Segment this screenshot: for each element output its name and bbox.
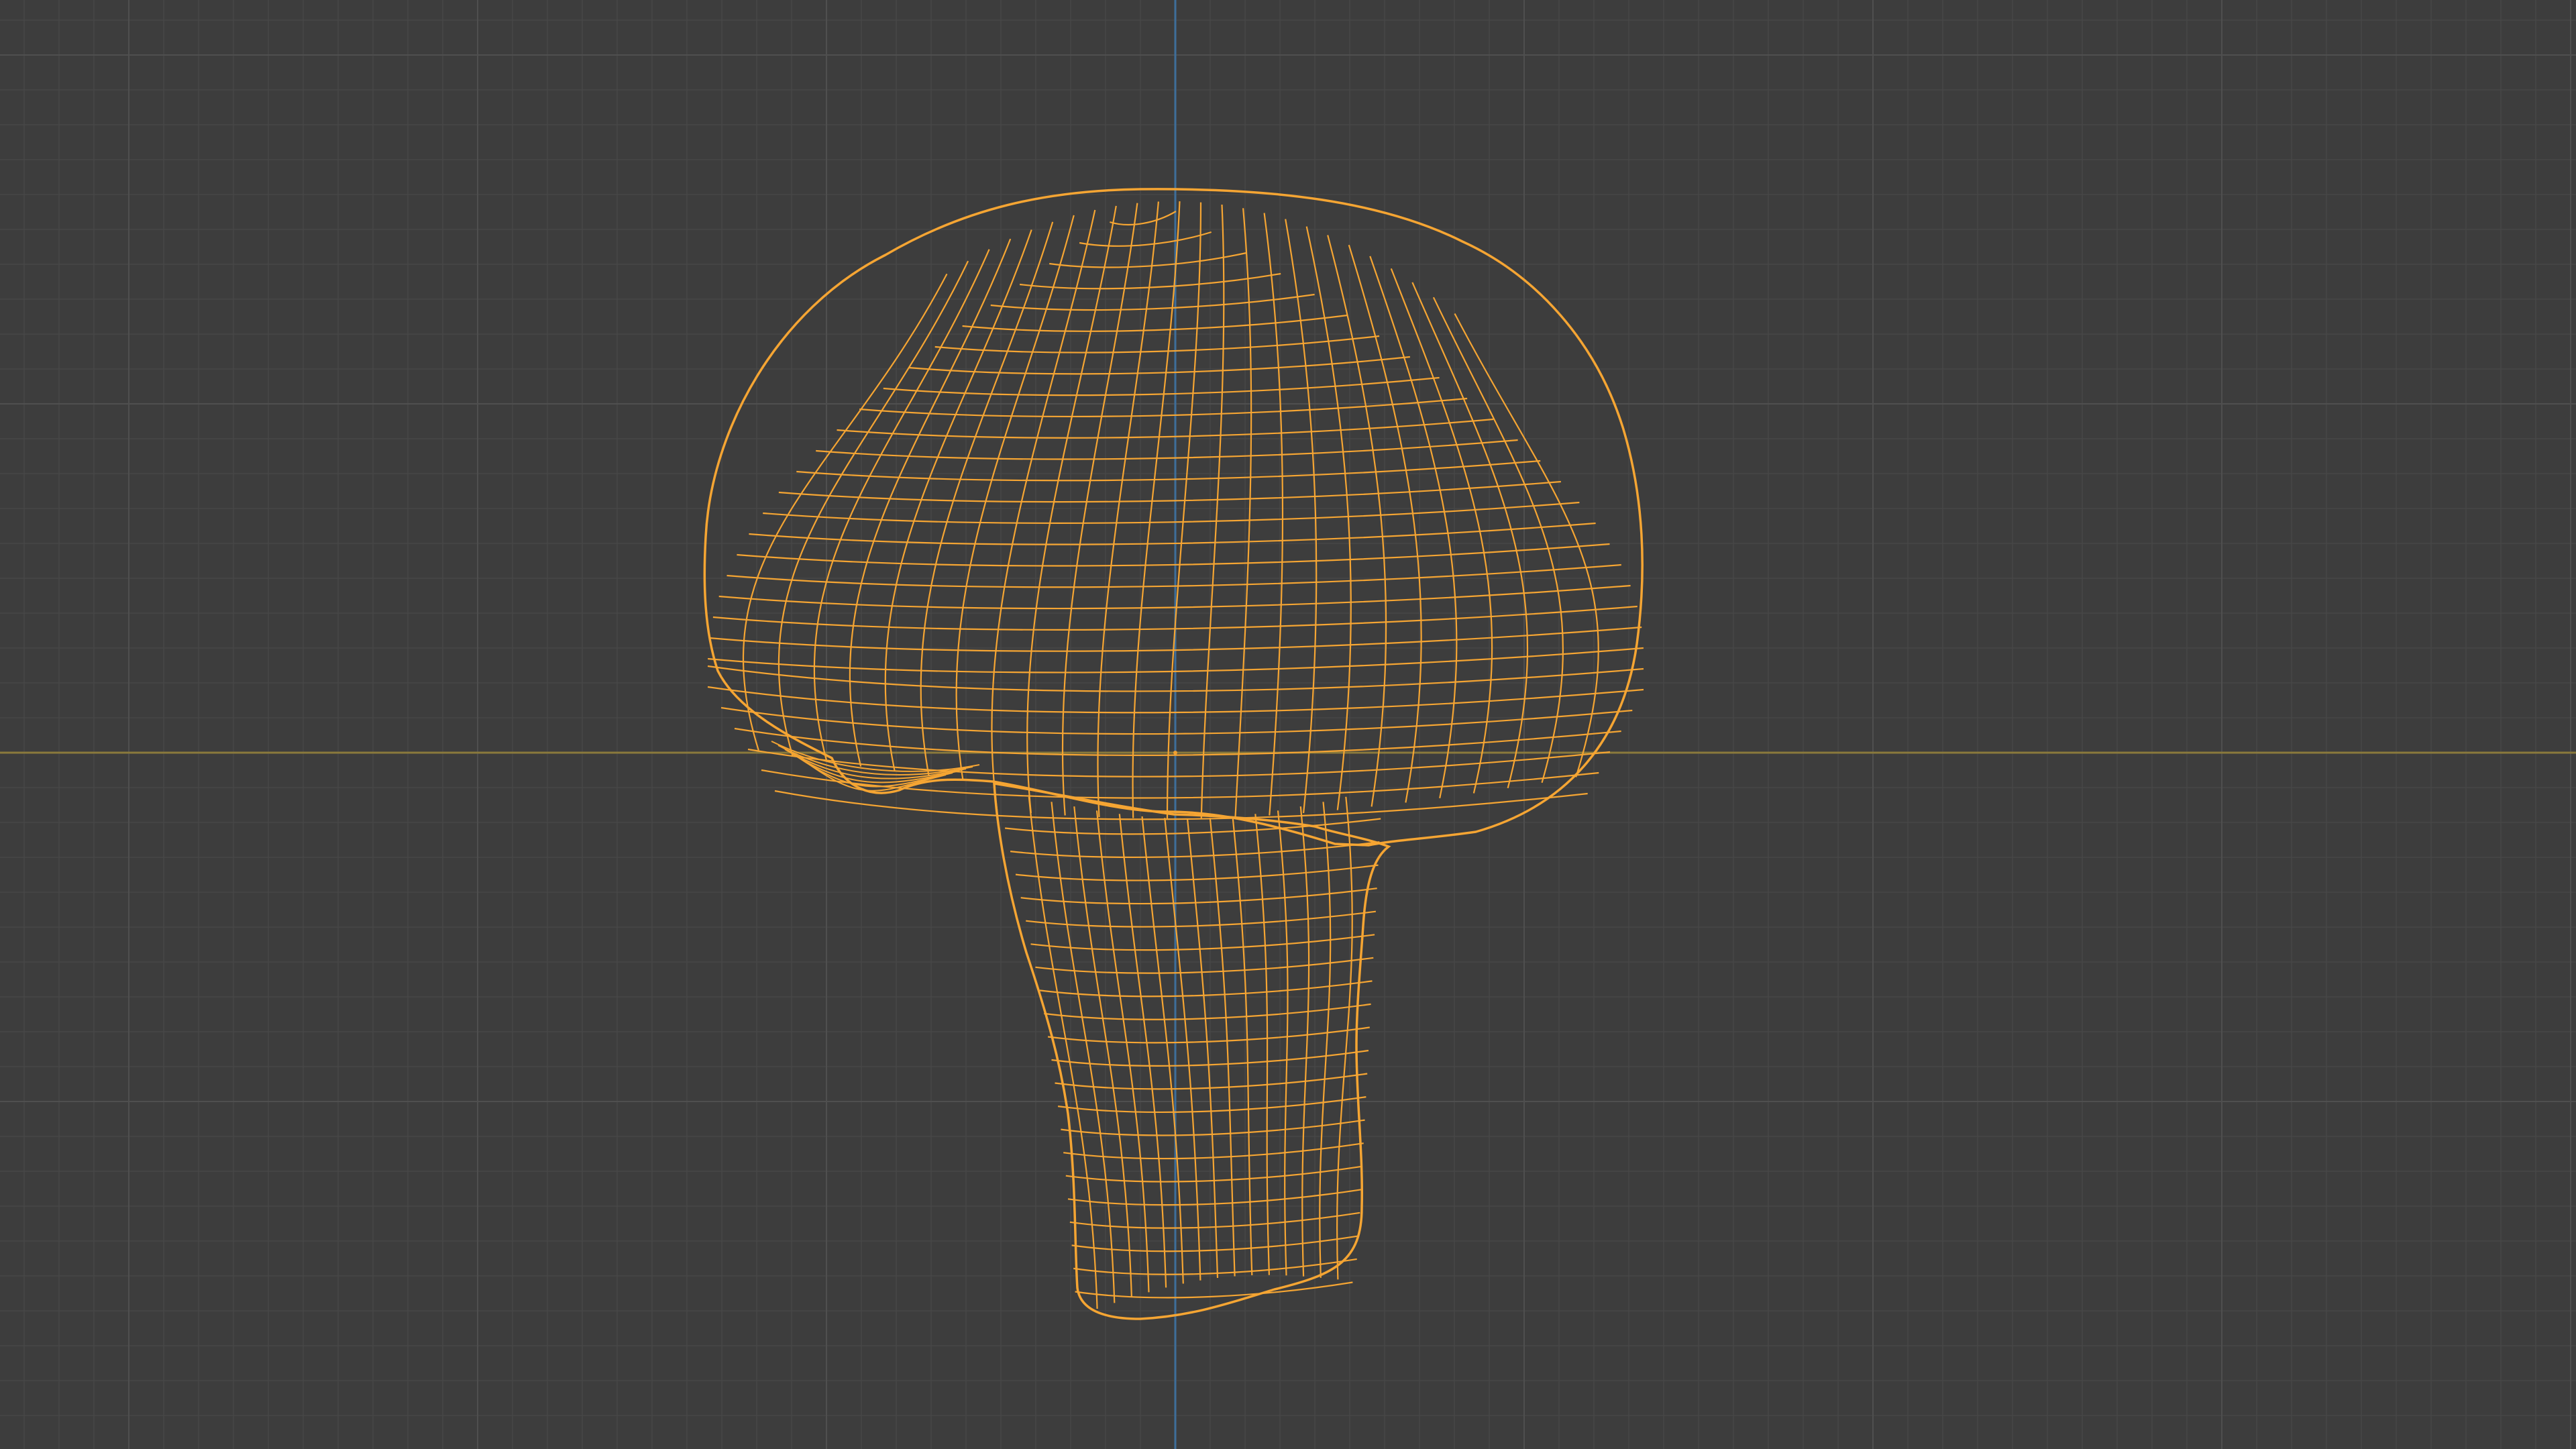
stem-ring xyxy=(1039,980,1373,998)
3d-viewport[interactable] xyxy=(0,0,2576,1449)
stem-ring xyxy=(1044,1003,1371,1020)
cap-meridian xyxy=(1166,202,1202,819)
cap-meridian xyxy=(1285,219,1318,814)
stem-ring xyxy=(1061,1119,1365,1136)
cap-ring xyxy=(1079,231,1212,247)
cap-meridian xyxy=(1369,256,1458,799)
cap-ring xyxy=(763,501,1580,524)
cap-ring xyxy=(816,439,1518,460)
stem-vertical xyxy=(1186,818,1219,1279)
cap-meridian xyxy=(1327,235,1387,807)
viewport-canvas[interactable] xyxy=(0,0,2576,1449)
mushroom-stem[interactable] xyxy=(993,782,1391,1320)
cap-meridian xyxy=(1026,205,1117,814)
stem-vertical xyxy=(1118,814,1167,1288)
stem-ring xyxy=(1010,841,1380,859)
cap-meridian xyxy=(991,209,1096,810)
origin-point-icon xyxy=(1173,751,1177,755)
cap-ring xyxy=(990,293,1315,311)
cap-ring xyxy=(908,356,1411,375)
mushroom-cap[interactable] xyxy=(703,188,1644,847)
cap-meridian xyxy=(1061,203,1138,816)
cap-ring xyxy=(1110,211,1177,226)
stem-ring xyxy=(1030,934,1375,951)
stem-vertical xyxy=(1051,802,1116,1303)
cap-ring xyxy=(734,727,1621,756)
stem-ring xyxy=(1071,1235,1359,1252)
cap-ring xyxy=(934,335,1380,354)
stem-ring xyxy=(1055,1073,1368,1090)
cap-ring xyxy=(837,418,1494,439)
stem-vertical xyxy=(1028,796,1098,1309)
grid-major-lines xyxy=(0,0,2576,1449)
stem-ring xyxy=(1020,888,1377,905)
cap-ring xyxy=(720,706,1633,735)
grid-minor-lines xyxy=(0,0,2576,1449)
cap-meridian xyxy=(955,215,1075,780)
stem-vertical xyxy=(1095,810,1150,1293)
stem-vertical xyxy=(1209,818,1236,1277)
stem-ring xyxy=(1026,910,1377,928)
cap-ring xyxy=(796,460,1541,482)
cap-ring xyxy=(1049,252,1247,268)
cap-meridian xyxy=(1097,201,1159,818)
cap-ring xyxy=(737,543,1610,567)
stem-ring xyxy=(1057,1096,1366,1113)
stem-vertical xyxy=(1164,818,1201,1281)
cap-meridian xyxy=(849,238,1012,767)
stem-ring xyxy=(1047,1026,1370,1044)
stem-ring xyxy=(1035,957,1374,974)
stem-ring-lines xyxy=(1004,818,1381,1299)
cap-ring xyxy=(883,376,1440,396)
stem-ring xyxy=(1015,864,1379,881)
cap-meridian xyxy=(1132,201,1181,818)
cap-meridian xyxy=(1200,204,1225,818)
stem-ring xyxy=(1075,1281,1353,1299)
cap-meridian xyxy=(1411,282,1528,789)
